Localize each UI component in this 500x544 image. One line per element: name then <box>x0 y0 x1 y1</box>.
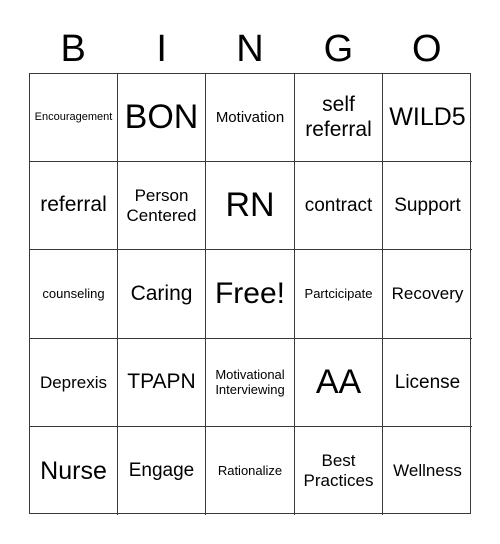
header-letter-b: B <box>60 28 86 70</box>
bingo-cell[interactable]: Person Centered <box>118 162 206 250</box>
bingo-cell[interactable]: TPAPN <box>118 339 206 427</box>
bingo-cell[interactable]: Rationalize <box>206 427 295 515</box>
bingo-cell[interactable]: Encouragement <box>30 74 118 162</box>
header-letter-o: O <box>412 28 442 70</box>
bingo-cell[interactable]: counseling <box>30 250 118 339</box>
bingo-cell[interactable]: WILD5 <box>383 74 472 162</box>
bingo-cell[interactable]: Nurse <box>30 427 118 515</box>
bingo-cell[interactable]: Wellness <box>383 427 472 515</box>
bingo-cell[interactable]: Caring <box>118 250 206 339</box>
header-letter-g: G <box>323 28 354 70</box>
bingo-cell[interactable]: Best Practices <box>295 427 383 515</box>
bingo-cell[interactable]: License <box>383 339 472 427</box>
bingo-header: B I N G O <box>29 26 471 72</box>
bingo-cell[interactable]: Engage <box>118 427 206 515</box>
bingo-cell[interactable]: AA <box>295 339 383 427</box>
free-space-cell[interactable]: Free! <box>206 250 295 339</box>
bingo-cell[interactable]: Partcicipate <box>295 250 383 339</box>
bingo-cell[interactable]: Support <box>383 162 472 250</box>
bingo-cell[interactable]: referral <box>30 162 118 250</box>
header-letter-n: N <box>236 28 264 70</box>
bingo-cell[interactable]: Motivation <box>206 74 295 162</box>
bingo-cell[interactable]: self referral <box>295 74 383 162</box>
bingo-cell[interactable]: contract <box>295 162 383 250</box>
bingo-board: Encouragement BON Motivation self referr… <box>29 73 472 515</box>
bingo-cell[interactable]: Motivational Interviewing <box>206 339 295 427</box>
bingo-cell[interactable]: Recovery <box>383 250 472 339</box>
header-letter-i: I <box>156 28 167 70</box>
bingo-cell[interactable]: BON <box>118 74 206 162</box>
bingo-cell[interactable]: RN <box>206 162 295 250</box>
bingo-cell[interactable]: Deprexis <box>30 339 118 427</box>
